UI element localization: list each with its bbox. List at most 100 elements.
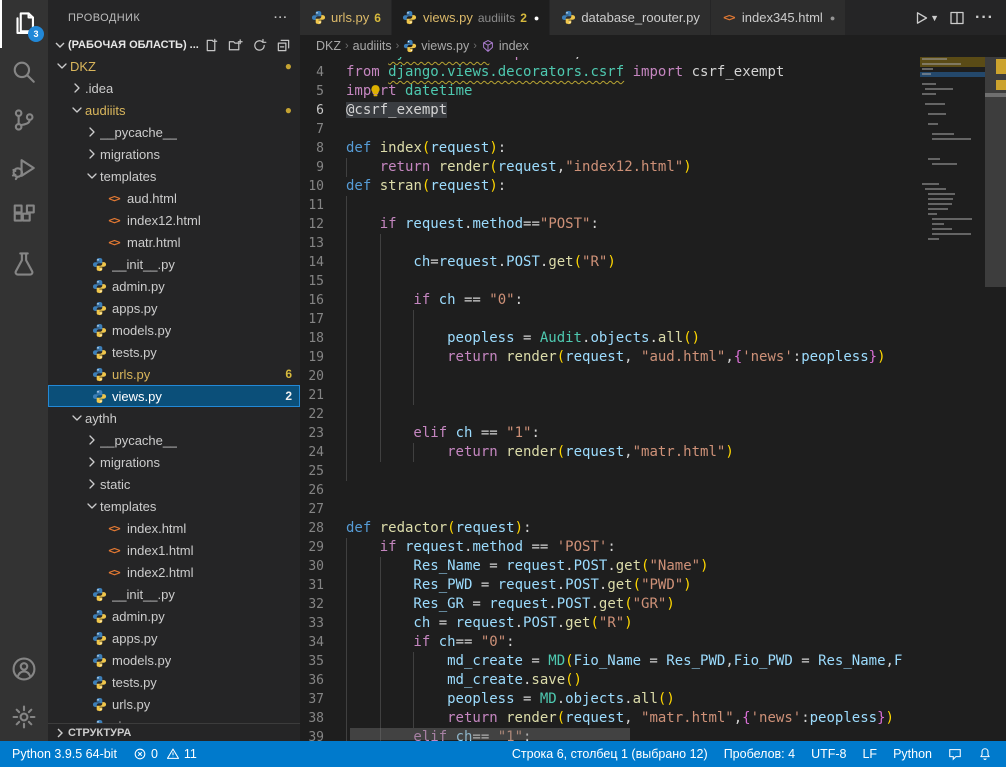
line-content: if request.method == 'POST': <box>346 538 616 557</box>
tree-item-admin.py[interactable]: admin.py <box>48 605 300 627</box>
tree-item-label: apps.py <box>112 631 158 646</box>
python-file-icon <box>90 586 108 602</box>
tab-index345.html[interactable]: <>index345.html● <box>711 0 846 35</box>
python-file-icon <box>90 256 108 272</box>
tree-item-urls.py[interactable]: urls.py6 <box>48 363 300 385</box>
tree-item-index.html[interactable]: <>index.html <box>48 517 300 539</box>
tree-item-label: __pycache__ <box>100 433 177 448</box>
minimap-line <box>932 218 973 220</box>
activity-explorer-icon[interactable]: 3 <box>0 0 48 48</box>
activity-extensions-icon[interactable] <box>0 192 48 240</box>
activity-search-icon[interactable] <box>0 48 48 96</box>
new-file-icon[interactable] <box>202 36 220 54</box>
status-python-version[interactable]: Python 3.9.5 64-bit <box>4 741 125 767</box>
code-line-5: 5import datetime <box>300 82 920 101</box>
tree-item-index12.html[interactable]: <>index12.html <box>48 209 300 231</box>
html-file-icon: <> <box>105 190 123 206</box>
tree-item-label: index1.html <box>127 543 193 558</box>
status-encoding[interactable]: UTF-8 <box>803 741 854 767</box>
line-content: ch = request.POST.get("R") <box>346 614 633 633</box>
overview-ruler[interactable] <box>985 57 1006 741</box>
activity-account-icon[interactable] <box>0 645 48 693</box>
status-eol[interactable]: LF <box>854 741 885 767</box>
tree-item-admin.py[interactable]: admin.py <box>48 275 300 297</box>
code-editor[interactable]: 3from aythh.models import MD,Audit4from … <box>300 57 920 741</box>
tab-label: index345.html <box>742 10 823 25</box>
horizontal-scrollbar[interactable] <box>350 728 630 740</box>
tree-item-index1.html[interactable]: <>index1.html <box>48 539 300 561</box>
tree-item-migrations[interactable]: migrations <box>48 143 300 165</box>
activity-testing-icon[interactable] <box>0 240 48 288</box>
python-file-icon <box>90 696 108 712</box>
new-folder-icon[interactable] <box>226 36 244 54</box>
collapse-all-icon[interactable] <box>274 36 292 54</box>
code-line-13: 13 <box>300 234 920 253</box>
tree-item-views.py[interactable]: views.py2 <box>48 385 300 407</box>
chevron-down-icon <box>84 168 100 184</box>
tree-item-apps.py[interactable]: apps.py <box>48 627 300 649</box>
activity-source-control-icon[interactable] <box>0 96 48 144</box>
python-file-icon <box>402 10 418 26</box>
workspace-section-header[interactable]: (РАБОЧАЯ ОБЛАСТЬ) ... <box>48 35 300 55</box>
tree-item-migrations[interactable]: migrations <box>48 451 300 473</box>
breadcrumb-item-views.py[interactable]: views.py <box>403 39 469 53</box>
tree-item-tests.py[interactable]: tests.py <box>48 671 300 693</box>
run-button[interactable]: ▼ <box>913 10 939 26</box>
tab-urls.py[interactable]: urls.py6 <box>300 0 392 35</box>
explorer-more-icon[interactable]: ··· <box>274 12 288 24</box>
tree-item-__init__.py[interactable]: __init__.py <box>48 253 300 275</box>
tree-item-label: migrations <box>100 147 160 162</box>
tree-item-audiiits[interactable]: audiiits● <box>48 99 300 121</box>
status-notifications[interactable] <box>970 741 1000 767</box>
tree-item-apps.py[interactable]: apps.py <box>48 297 300 319</box>
tree-item-index2.html[interactable]: <>index2.html <box>48 561 300 583</box>
line-content: if ch == "0": <box>346 291 523 310</box>
tree-item-DKZ[interactable]: DKZ● <box>48 55 300 77</box>
dirty-indicator-icon[interactable]: ● <box>534 13 539 23</box>
lightbulb-icon[interactable] <box>368 84 383 99</box>
tab-views.py[interactable]: views.pyaudiiits2● <box>392 0 550 35</box>
breadcrumb-item-audiiits[interactable]: audiiits <box>353 39 392 53</box>
tree-item-templates[interactable]: templates <box>48 165 300 187</box>
line-number: 29 <box>300 538 346 557</box>
tree-item-templates[interactable]: templates <box>48 495 300 517</box>
dirty-indicator-icon[interactable]: ● <box>830 13 835 23</box>
activity-run-debug-icon[interactable] <box>0 144 48 192</box>
tree-item-urls.py[interactable]: urls.py <box>48 693 300 715</box>
line-number: 35 <box>300 652 346 671</box>
split-editor-button[interactable] <box>949 10 965 26</box>
tree-item-matr.html[interactable]: <>matr.html <box>48 231 300 253</box>
tree-item-__pycache__[interactable]: __pycache__ <box>48 429 300 451</box>
minimap-line <box>928 198 953 200</box>
breadcrumb-item-DKZ[interactable]: DKZ <box>316 39 341 53</box>
tree-item-static[interactable]: static <box>48 473 300 495</box>
line-number: 23 <box>300 424 346 443</box>
tree-item-__init__.py[interactable]: __init__.py <box>48 583 300 605</box>
tree-item-views.py[interactable]: views.py <box>48 715 300 723</box>
code-line-23: 23elif ch == "1": <box>300 424 920 443</box>
tree-item-label: migrations <box>100 455 160 470</box>
tree-item-models.py[interactable]: models.py <box>48 319 300 341</box>
minimap[interactable] <box>920 57 985 741</box>
breadcrumb-item-index[interactable]: index <box>481 39 529 53</box>
tree-item-.idea[interactable]: .idea <box>48 77 300 99</box>
tree-item-tests.py[interactable]: tests.py <box>48 341 300 363</box>
tree-item-__pycache__[interactable]: __pycache__ <box>48 121 300 143</box>
tree-item-aythh[interactable]: aythh <box>48 407 300 429</box>
tab-database_roouter.py[interactable]: database_roouter.py <box>550 0 711 35</box>
python-file-icon <box>90 300 108 316</box>
status-feedback[interactable] <box>940 741 970 767</box>
tree-item-aud.html[interactable]: <>aud.html <box>48 187 300 209</box>
tree-item-models.py[interactable]: models.py <box>48 649 300 671</box>
outline-section-header[interactable]: СТРУКТУРА <box>48 723 300 741</box>
python-file-icon <box>90 630 108 646</box>
editor-more-actions-button[interactable]: ··· <box>975 9 994 27</box>
scrollbar-slider[interactable] <box>985 57 1006 287</box>
refresh-icon[interactable] <box>250 36 268 54</box>
activity-settings-icon[interactable] <box>0 693 48 741</box>
status-indentation[interactable]: Пробелов: 4 <box>716 741 803 767</box>
status-problems[interactable]: 011 <box>125 741 205 767</box>
code-line-26: 26 <box>300 481 920 500</box>
status-language-mode[interactable]: Python <box>885 741 940 767</box>
status-cursor-position[interactable]: Строка 6, столбец 1 (выбрано 12) <box>504 741 716 767</box>
